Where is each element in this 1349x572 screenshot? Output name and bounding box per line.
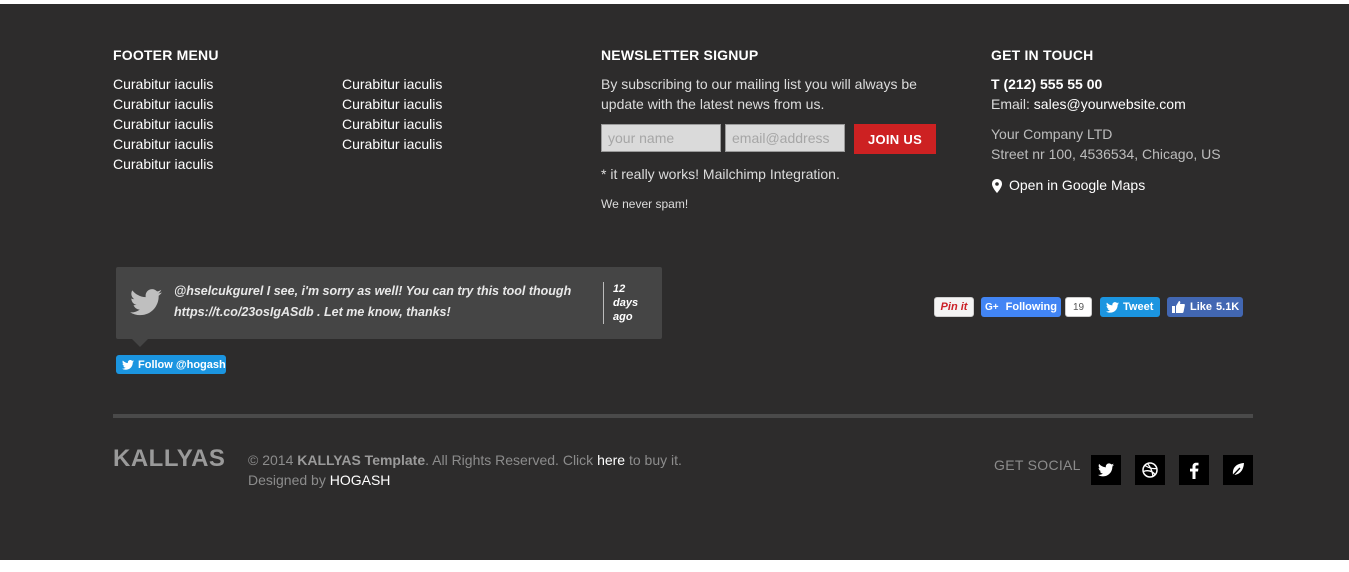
newsletter-description-line: By subscribing to our mailing list you w… xyxy=(601,76,917,92)
dribbble-social-link[interactable] xyxy=(1135,455,1165,485)
google-maps-label: Open in Google Maps xyxy=(1009,177,1146,193)
facebook-icon xyxy=(1189,462,1199,479)
footer-menu-heading: FOOTER MENU xyxy=(113,47,219,63)
designed-by-label: Designed by xyxy=(248,472,326,488)
newsletter-heading: NEWSLETTER SIGNUP xyxy=(601,47,759,63)
twitter-social-link[interactable] xyxy=(1091,455,1121,485)
contact-address: Street nr 100, 4536534, Chicago, US xyxy=(991,146,1221,162)
kallyas-logo[interactable]: KALLYAS xyxy=(113,445,225,473)
leaf-social-link[interactable] xyxy=(1223,455,1253,485)
tweet-button[interactable]: Tweet xyxy=(1100,297,1160,317)
dribbble-icon xyxy=(1142,462,1158,478)
email-input[interactable] xyxy=(725,124,845,152)
like-label: Like xyxy=(1190,301,1213,313)
footer-menu-link[interactable]: Curabitur iaculis xyxy=(113,134,213,154)
twitter-icon xyxy=(1098,463,1114,477)
newsletter-description-line: update with the latest news from us. xyxy=(601,96,825,112)
pinit-button[interactable]: Pin it xyxy=(934,297,974,317)
leaf-icon xyxy=(1230,462,1246,478)
google-maps-link[interactable]: Open in Google Maps xyxy=(991,175,1145,195)
footer-menu-column-2: Curabitur iaculis Curabitur iaculis Cura… xyxy=(342,74,442,154)
copyright-year: © 2014 xyxy=(248,452,294,468)
footer-menu-link[interactable]: Curabitur iaculis xyxy=(342,74,442,94)
footer-menu-link[interactable]: Curabitur iaculis xyxy=(113,154,213,174)
name-input[interactable] xyxy=(601,124,721,152)
follow-hogash-button[interactable]: Follow @hogash xyxy=(116,355,226,374)
get-social-label: GET SOCIAL xyxy=(994,457,1081,473)
buy-here-link[interactable]: here xyxy=(597,452,625,468)
tweet-timestamp: 12 days ago xyxy=(613,282,653,324)
footer: FOOTER MENU Curabitur iaculis Curabitur … xyxy=(0,4,1349,560)
facebook-like-button[interactable]: Like 5.1K xyxy=(1167,297,1243,317)
footer-menu-column-1: Curabitur iaculis Curabitur iaculis Cura… xyxy=(113,74,213,174)
contact-phone: T (212) 555 55 00 xyxy=(991,76,1103,92)
footer-divider xyxy=(113,414,1253,418)
twitter-icon xyxy=(122,359,134,370)
footer-menu-link[interactable]: Curabitur iaculis xyxy=(342,114,442,134)
footer-menu-link[interactable]: Curabitur iaculis xyxy=(113,74,213,94)
hogash-link[interactable]: HOGASH xyxy=(330,472,391,488)
contact-company: Your Company LTD xyxy=(991,126,1113,142)
like-count: 5.1K xyxy=(1216,301,1240,313)
tweet-button-label: Tweet xyxy=(1123,301,1154,313)
newsletter-note: * it really works! Mailchimp Integration… xyxy=(601,166,840,182)
copyright-brand: KALLYAS Template xyxy=(297,452,426,468)
join-us-button[interactable]: JOIN US xyxy=(854,124,936,154)
facebook-social-link[interactable] xyxy=(1179,455,1209,485)
pinit-label: Pin it xyxy=(940,301,968,313)
tweet-separator xyxy=(603,282,604,324)
footer-menu-link[interactable]: Curabitur iaculis xyxy=(113,114,213,134)
copyright-suffix: to buy it. xyxy=(628,452,682,468)
map-pin-icon xyxy=(991,178,1003,193)
copyright-text: . All Rights Reserved. Click xyxy=(425,452,594,468)
footer-menu-link[interactable]: Curabitur iaculis xyxy=(113,94,213,114)
twitter-bird-icon xyxy=(130,289,162,321)
google-plus-label: Following xyxy=(1005,301,1057,313)
follow-label: Follow @hogash xyxy=(138,358,226,371)
contact-heading: GET IN TOUCH xyxy=(991,47,1094,63)
newsletter-description: By subscribing to our mailing list you w… xyxy=(601,74,917,114)
tweet-text-line: @hselcukgurel I see, i'm sorry as well! … xyxy=(174,284,572,298)
tweet-time-unit: days xyxy=(613,297,639,309)
contact-email-label: Email: xyxy=(991,96,1030,112)
tweet-time-suffix: ago xyxy=(613,311,633,323)
contact-email-link[interactable]: sales@yourwebsite.com xyxy=(1034,96,1186,112)
tweet-text-line[interactable]: https://t.co/23osIgASdb . Let me know, t… xyxy=(174,302,589,323)
footer-menu-link[interactable]: Curabitur iaculis xyxy=(342,134,442,154)
twitter-icon xyxy=(1106,301,1119,313)
no-spam-note: We never spam! xyxy=(601,197,689,211)
thumbs-up-icon xyxy=(1172,301,1185,313)
tweet-text: @hselcukgurel I see, i'm sorry as well! … xyxy=(174,281,589,323)
tweet-time-number: 12 xyxy=(613,283,626,295)
latest-tweet: @hselcukgurel I see, i'm sorry as well! … xyxy=(116,267,662,347)
google-plus-follow-button[interactable]: G+ Following xyxy=(981,297,1061,317)
designed-by-line: Designed by HOGASH xyxy=(248,470,682,490)
google-plus-count: 19 xyxy=(1065,297,1092,317)
copyright-line: © 2014 KALLYAS Template. All Rights Rese… xyxy=(248,450,682,470)
google-plus-icon: G+ xyxy=(985,301,999,313)
footer-menu-link[interactable]: Curabitur iaculis xyxy=(342,94,442,114)
contact-email-row: Email: sales@yourwebsite.com xyxy=(991,94,1186,114)
copyright: © 2014 KALLYAS Template. All Rights Rese… xyxy=(248,450,682,490)
